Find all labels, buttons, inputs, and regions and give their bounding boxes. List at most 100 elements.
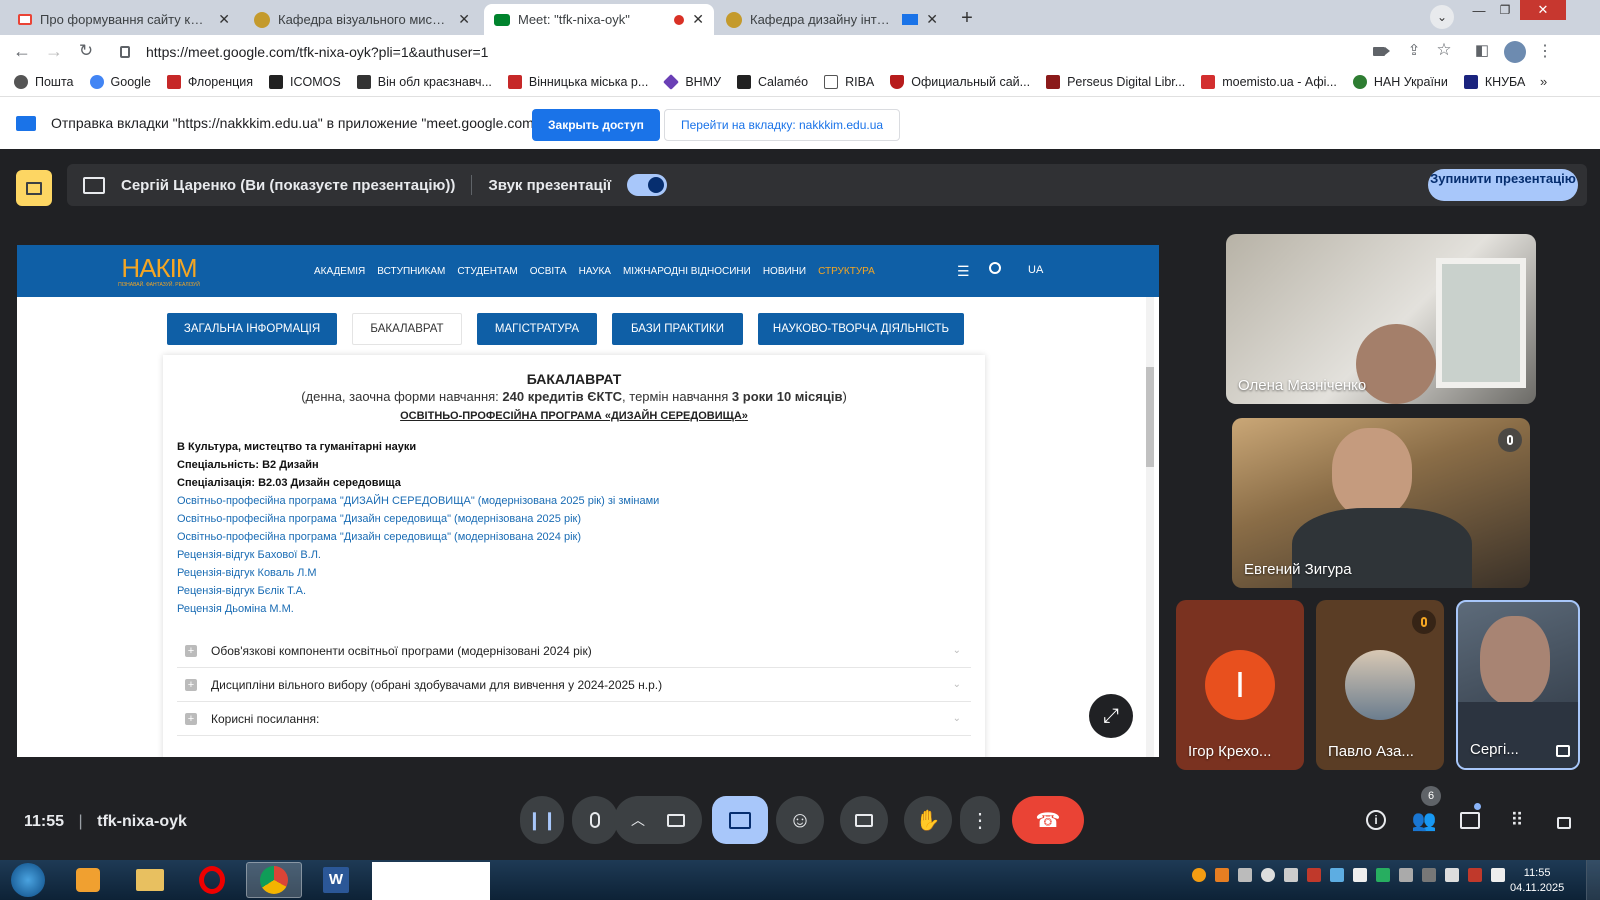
camera-control[interactable]: ︿ xyxy=(614,796,702,844)
go-to-tab-button[interactable]: Перейти на вкладку: nakkkim.edu.ua xyxy=(664,109,901,141)
participant-tile[interactable]: І Ігор Крехо... xyxy=(1176,600,1304,770)
hamburger-menu-icon[interactable]: ☰ xyxy=(957,263,970,280)
document-link[interactable]: Рецензія-відгук Бєлік Т.А. xyxy=(177,582,971,600)
participant-tile-self[interactable]: Сергі... xyxy=(1456,600,1580,770)
leave-call-button[interactable]: ☎ xyxy=(1012,796,1084,844)
close-tab-icon[interactable]: ✕ xyxy=(692,11,704,28)
tray-app-icon[interactable] xyxy=(1422,868,1436,882)
host-controls-button[interactable] xyxy=(1552,808,1576,832)
taskbar-opera[interactable] xyxy=(184,862,240,898)
taskbar-explorer[interactable] xyxy=(122,862,178,898)
show-desktop-button[interactable] xyxy=(1586,860,1600,900)
tab-search-button[interactable]: ⌄ xyxy=(1430,5,1454,29)
bookmark-item[interactable]: ICOMOS xyxy=(269,75,341,89)
participant-tile[interactable]: Павло Аза... xyxy=(1316,600,1444,770)
present-now-button[interactable] xyxy=(712,796,768,844)
accordion-item[interactable]: + Обов'язкові компоненти освітньої програ… xyxy=(177,634,971,668)
bookmark-star-icon[interactable]: ☆ xyxy=(1434,40,1454,60)
bookmark-item[interactable]: НАН України xyxy=(1352,75,1448,89)
tab-research[interactable]: НАУКОВО-ТВОРЧА ДІЯЛЬНІСТЬ xyxy=(758,313,964,345)
taskbar-media-player[interactable] xyxy=(60,862,116,898)
tab-practice-bases[interactable]: БАЗИ ПРАКТИКИ xyxy=(612,313,743,345)
tray-app-icon[interactable] xyxy=(1307,868,1321,882)
back-arrow-icon[interactable]: ← xyxy=(12,41,32,62)
nvidia-icon[interactable] xyxy=(1376,868,1390,882)
taskbar-word[interactable]: W xyxy=(308,862,364,898)
window-minimize-button[interactable]: — xyxy=(1468,2,1490,18)
bookmark-item[interactable]: Вінницька міська р... xyxy=(507,75,648,89)
captions-button[interactable] xyxy=(840,796,888,844)
site-logo[interactable]: НАКІМ ПІЗНАВАЙ. ФАНТАЗУЙ. РЕАЛІЗУЙ xyxy=(97,255,221,288)
stop-sharing-button[interactable]: Закрыть доступ xyxy=(532,109,660,141)
participant-tile[interactable]: Евгений Зигура xyxy=(1232,418,1530,588)
nav-item-students[interactable]: СТУДЕНТАМ xyxy=(457,266,517,277)
audio-levels-button[interactable]: ❙❙ xyxy=(520,796,564,844)
document-link[interactable]: Рецензія-відгук Бахової В.Л. xyxy=(177,546,971,564)
document-link[interactable]: Освітньо-професійна програма "ДИЗАЙН СЕР… xyxy=(177,492,971,510)
url-text[interactable]: https://meet.google.com/tfk-nixa-oyk?pli… xyxy=(146,44,488,60)
tray-app-icon[interactable] xyxy=(1238,868,1252,882)
bookmark-item[interactable]: Calaméo xyxy=(737,75,808,89)
nav-item-science[interactable]: НАУКА xyxy=(579,266,611,277)
browser-tab-interior-design[interactable]: Кафедра дизайну інтер'єру ✕ xyxy=(716,4,948,35)
profile-avatar[interactable] xyxy=(1504,41,1526,63)
close-tab-icon[interactable]: ✕ xyxy=(218,11,230,28)
document-link[interactable]: Рецензія-відгук Коваль Л.М xyxy=(177,564,971,582)
wireless-icon[interactable] xyxy=(1445,868,1459,882)
nav-item-applicants[interactable]: ВСТУПНИКАМ xyxy=(377,266,445,277)
system-clock[interactable]: 11:55 04.11.2025 xyxy=(1510,866,1564,896)
tab-general-info[interactable]: ЗАГАЛЬНА ІНФОРМАЦІЯ xyxy=(167,313,337,345)
search-icon[interactable] xyxy=(989,262,1001,274)
accordion-item[interactable]: + Дисципліни вільного вибору (обрані здоб… xyxy=(177,668,971,702)
bookmark-item[interactable]: Флоренция xyxy=(166,75,253,89)
start-button[interactable] xyxy=(0,862,56,898)
activities-button[interactable]: ⠿ xyxy=(1504,808,1528,832)
microphone-button[interactable] xyxy=(572,796,618,844)
chat-button[interactable] xyxy=(1458,808,1482,832)
page-scrollbar[interactable] xyxy=(1146,297,1154,757)
bookmark-item[interactable]: ВНМУ xyxy=(663,74,721,90)
tray-app-icon[interactable] xyxy=(1399,868,1413,882)
nav-item-structure[interactable]: СТРУКТУРА xyxy=(818,266,875,277)
close-tab-icon[interactable]: ✕ xyxy=(458,11,470,28)
bookmark-item[interactable]: Пошта xyxy=(14,75,74,89)
bookmark-item[interactable]: Официальный сай... xyxy=(890,75,1030,89)
browser-tab-meet[interactable]: Meet: "tfk-nixa-oyk" ✕ xyxy=(484,4,714,35)
nav-item-news[interactable]: НОВИНИ xyxy=(763,266,806,277)
reactions-button[interactable]: ☺ xyxy=(776,796,824,844)
participant-tile[interactable]: Олена Мазніченко xyxy=(1226,234,1536,404)
tray-app-icon[interactable] xyxy=(1468,868,1482,882)
document-link[interactable]: Освітньо-професійна програма "Дизайн сер… xyxy=(177,510,971,528)
pip-icon[interactable] xyxy=(1556,745,1570,757)
document-link[interactable]: Рецензія Дьоміна М.М. xyxy=(177,600,971,618)
browser-menu-icon[interactable]: ⋮ xyxy=(1537,41,1553,61)
expand-presentation-button[interactable]: ⤢ xyxy=(1089,694,1133,738)
side-panel-icon[interactable]: ◧ xyxy=(1472,41,1492,59)
window-close-button[interactable]: ✕ xyxy=(1520,0,1566,20)
tray-app-icon[interactable] xyxy=(1284,868,1298,882)
bookmark-item[interactable]: Google xyxy=(89,75,151,89)
tray-app-icon[interactable] xyxy=(1330,868,1344,882)
camera-in-use-icon[interactable] xyxy=(1372,43,1390,59)
close-tab-icon[interactable]: ✕ xyxy=(926,11,938,28)
stop-presenting-button[interactable]: Зупинити презентацію xyxy=(1428,169,1578,201)
bookmarks-overflow-icon[interactable]: » xyxy=(1540,74,1547,89)
new-tab-button[interactable]: + xyxy=(954,5,980,31)
nav-item-academy[interactable]: АКАДЕМІЯ xyxy=(314,266,365,277)
tab-bachelor[interactable]: БАКАЛАВРАТ xyxy=(352,313,462,345)
taskbar-chrome[interactable] xyxy=(246,862,302,898)
presentation-audio-toggle[interactable] xyxy=(627,174,668,196)
network-signal-icon[interactable] xyxy=(1491,868,1505,882)
nav-item-international[interactable]: МІЖНАРОДНІ ВІДНОСИНИ xyxy=(623,266,751,277)
flag-icon[interactable] xyxy=(1353,868,1367,882)
browser-tab-visual-arts[interactable]: Кафедра візуального мистецтв ✕ xyxy=(244,4,480,35)
share-icon[interactable]: ⇪ xyxy=(1404,41,1424,59)
window-restore-button[interactable]: ❐ xyxy=(1494,2,1516,18)
language-switch[interactable]: UA xyxy=(1028,264,1043,276)
tab-master[interactable]: МАГІСТРАТУРА xyxy=(477,313,597,345)
bookmark-item[interactable]: КНУБА xyxy=(1463,75,1525,89)
more-options-button[interactable]: ⋮ xyxy=(960,796,1000,844)
people-button[interactable]: 👥 xyxy=(1412,808,1437,832)
meeting-details-button[interactable]: i xyxy=(1364,808,1388,832)
taskbar-thumbnail-preview[interactable] xyxy=(372,862,490,900)
